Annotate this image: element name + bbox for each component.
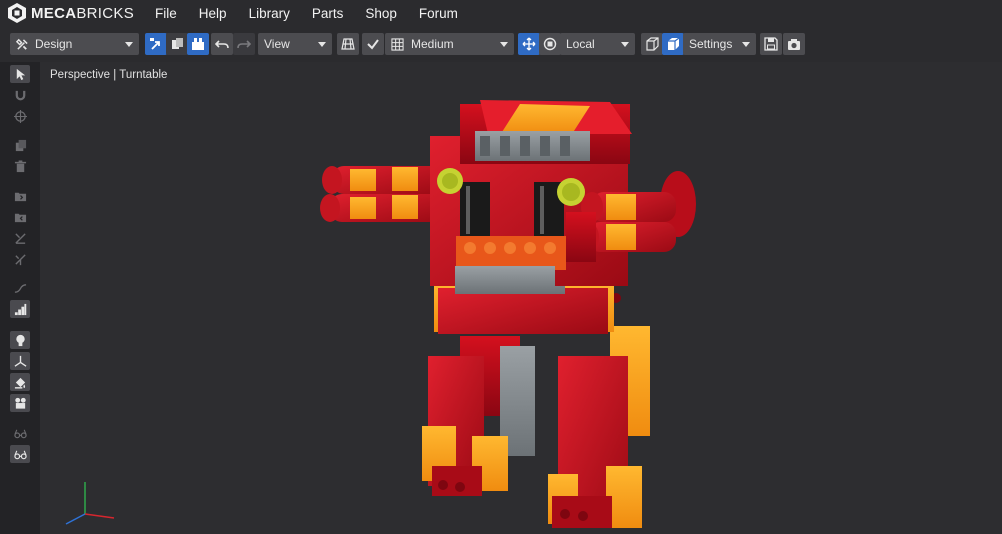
app-logo-text: MECABRICKS — [31, 4, 135, 22]
quality-select[interactable]: Medium — [385, 33, 514, 55]
multi-select-button[interactable] — [166, 33, 188, 55]
grid-icon — [391, 37, 404, 51]
snap-check-button[interactable] — [362, 33, 384, 55]
mecabricks-logo-icon — [8, 3, 26, 23]
hip-red — [438, 288, 608, 334]
magnet-tool[interactable] — [10, 86, 30, 104]
joint-tool[interactable] — [10, 250, 30, 268]
toolbar: Design View Medium Local Settings — [0, 33, 1002, 57]
stack-icon — [172, 38, 183, 49]
group-in-icon — [14, 192, 26, 201]
glasses-outline-icon — [13, 450, 27, 459]
menu-help[interactable]: Help — [199, 6, 227, 21]
trash-icon — [14, 159, 26, 172]
hinge-tool[interactable] — [10, 229, 30, 247]
wireframe-cube-button[interactable] — [641, 33, 663, 55]
paint-bucket-icon — [14, 377, 25, 389]
hinge-icon — [14, 232, 26, 244]
anaglyph-tool[interactable] — [10, 445, 30, 463]
menu-forum[interactable]: Forum — [419, 6, 458, 21]
redo-icon — [237, 40, 251, 49]
rotate-mode-button[interactable] — [539, 33, 561, 55]
stairs-tool[interactable] — [10, 300, 30, 318]
chevron-down-icon — [621, 42, 629, 47]
redo-button[interactable] — [233, 33, 255, 55]
target-icon — [13, 109, 27, 123]
lego-mech-model[interactable] — [310, 96, 700, 534]
floor-grid-button[interactable] — [337, 33, 359, 55]
light-bulb-icon — [15, 334, 25, 346]
chevron-down-icon — [742, 42, 750, 47]
save-icon — [764, 37, 778, 51]
floor-grid-icon — [341, 38, 355, 50]
left-tool-sidebar — [0, 62, 40, 534]
space-select-value: Local — [566, 37, 595, 51]
chevron-down-icon — [500, 42, 508, 47]
delete-tool[interactable] — [10, 157, 30, 175]
cube-solid-icon — [668, 37, 680, 50]
clone-tool[interactable] — [10, 136, 30, 154]
glasses-icon — [13, 429, 27, 438]
undo-icon — [215, 40, 229, 49]
flexible-tool[interactable] — [10, 279, 30, 297]
viewport-camera-label: Perspective | Turntable — [50, 69, 168, 81]
menu-library[interactable]: Library — [249, 6, 290, 21]
3d-viewport[interactable]: Perspective | Turntable — [40, 62, 1002, 534]
mode-select[interactable]: Design — [10, 33, 139, 55]
camera-icon — [14, 397, 26, 409]
left-cannons — [320, 166, 442, 222]
settings-select-value: Settings — [689, 37, 733, 51]
chevron-down-icon — [125, 42, 133, 47]
flexible-icon — [14, 283, 26, 293]
settings-select[interactable]: Settings — [683, 33, 756, 55]
solid-cube-button[interactable] — [662, 33, 684, 55]
select-arrow-icon — [16, 68, 25, 80]
tools-icon — [16, 38, 28, 50]
menu-shop[interactable]: Shop — [365, 6, 397, 21]
checkmark-icon — [367, 39, 379, 50]
axes-orientation-gizmo — [65, 482, 115, 525]
app-logo[interactable]: MECABRICKS — [8, 0, 134, 26]
rotate-circle-icon — [543, 37, 557, 51]
left-leg — [422, 336, 535, 496]
chevron-down-icon — [318, 42, 326, 47]
axes-gizmo-tool[interactable] — [10, 352, 30, 370]
right-cannons — [566, 192, 676, 262]
group-in-tool[interactable] — [10, 187, 30, 205]
bricks-select-icon — [192, 38, 204, 50]
move-arrows-icon — [522, 37, 536, 51]
stairs-icon — [14, 303, 26, 315]
save-button[interactable] — [760, 33, 782, 55]
main-menu: File Help Library Parts Shop Forum — [155, 6, 480, 21]
magnet-icon — [15, 90, 25, 100]
cursor-select-icon — [150, 38, 160, 50]
camera-tool[interactable] — [10, 394, 30, 412]
joint-icon — [14, 253, 26, 265]
menu-parts[interactable]: Parts — [312, 6, 344, 21]
target-tool[interactable] — [10, 107, 30, 125]
mode-select-value: Design — [35, 37, 73, 51]
stereo-tool[interactable] — [10, 424, 30, 442]
screenshot-button[interactable] — [783, 33, 805, 55]
axes-gizmo-icon — [14, 355, 26, 367]
group-select-button[interactable] — [187, 33, 209, 55]
cube-outline-icon — [646, 37, 659, 51]
menu-file[interactable]: File — [155, 6, 177, 21]
group-out-icon — [14, 213, 26, 222]
light-tool[interactable] — [10, 331, 30, 349]
paint-tool[interactable] — [10, 373, 30, 391]
group-out-tool[interactable] — [10, 208, 30, 226]
space-select[interactable]: Local — [560, 33, 635, 55]
menu-bar: MECABRICKS File Help Library Parts Shop … — [0, 0, 1002, 26]
clone-icon — [15, 139, 26, 151]
select-tool-button[interactable] — [145, 33, 167, 55]
view-select[interactable]: View — [258, 33, 332, 55]
select-arrow-tool[interactable] — [10, 65, 30, 83]
camera-icon — [788, 39, 800, 50]
undo-button[interactable] — [211, 33, 233, 55]
view-select-value: View — [264, 37, 290, 51]
quality-select-value: Medium — [411, 37, 454, 51]
move-mode-button[interactable] — [518, 33, 540, 55]
